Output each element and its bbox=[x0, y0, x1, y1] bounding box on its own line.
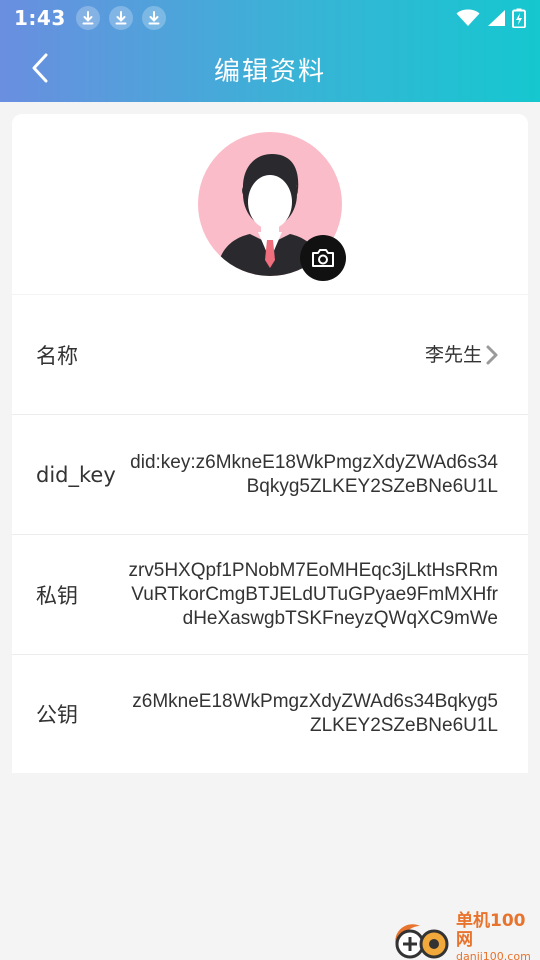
camera-icon bbox=[312, 249, 334, 267]
download-icon bbox=[141, 6, 166, 30]
field-label: 私钥 bbox=[36, 583, 78, 608]
watermark-url: danji100.com bbox=[456, 950, 531, 960]
watermark-brand: 单机100网 bbox=[456, 911, 526, 950]
download-icon bbox=[108, 6, 133, 30]
name-row[interactable]: 名称 李先生 bbox=[12, 295, 528, 415]
signal-icon bbox=[488, 10, 505, 26]
watermark-logo-icon bbox=[390, 916, 452, 960]
watermark: 单机100网 danji100.com bbox=[390, 912, 540, 960]
notification-icons bbox=[75, 6, 175, 30]
profile-fields: 名称 李先生 did_key did:key:z6MkneE18WkPmgzXd… bbox=[12, 295, 528, 773]
field-label: did_key bbox=[36, 462, 116, 487]
battery-charging-icon bbox=[512, 8, 526, 28]
nav-bar: 编辑资料 bbox=[0, 36, 540, 102]
field-label: 公钥 bbox=[36, 703, 78, 727]
public-key-row: 公钥 z6MkneE18WkPmgzXdyZWAd6s34Bqkyg5ZLKEY… bbox=[12, 655, 528, 773]
private-key-row: 私钥 zrv5HXQpf1PNobM7EoMHEqc3jLktHsRRmVuRT… bbox=[12, 535, 528, 655]
page-title: 编辑资料 bbox=[213, 56, 326, 87]
wifi-icon bbox=[456, 9, 480, 26]
watermark-text: 单机100网 danji100.com bbox=[456, 912, 540, 960]
back-button[interactable] bbox=[22, 50, 58, 86]
status-bar: 1:43 bbox=[0, 0, 540, 36]
did-key-value: did:key:z6MkneE18WkPmgzXdyZWAd6s34Bqkyg5… bbox=[130, 451, 498, 497]
did-key-row: did_key did:key:z6MkneE18WkPmgzXdyZWAd6s… bbox=[12, 415, 528, 535]
chevron-left-icon bbox=[32, 53, 48, 83]
download-icon bbox=[75, 6, 100, 30]
status-time: 1:43 bbox=[14, 6, 66, 30]
avatar-card bbox=[12, 114, 528, 294]
public-key-value: z6MkneE18WkPmgzXdyZWAd6s34Bqkyg5ZLKEY2SZ… bbox=[132, 691, 498, 736]
name-value: 李先生 bbox=[424, 343, 482, 366]
change-avatar-button[interactable] bbox=[300, 235, 346, 281]
field-label: 名称 bbox=[36, 343, 78, 368]
chevron-right-icon bbox=[486, 345, 498, 364]
header-bar: 1:43 编辑资料 bbox=[0, 0, 540, 102]
private-key-value: zrv5HXQpf1PNobM7EoMHEqc3jLktHsRRmVuRTkor… bbox=[128, 559, 498, 629]
system-icons bbox=[450, 8, 526, 28]
